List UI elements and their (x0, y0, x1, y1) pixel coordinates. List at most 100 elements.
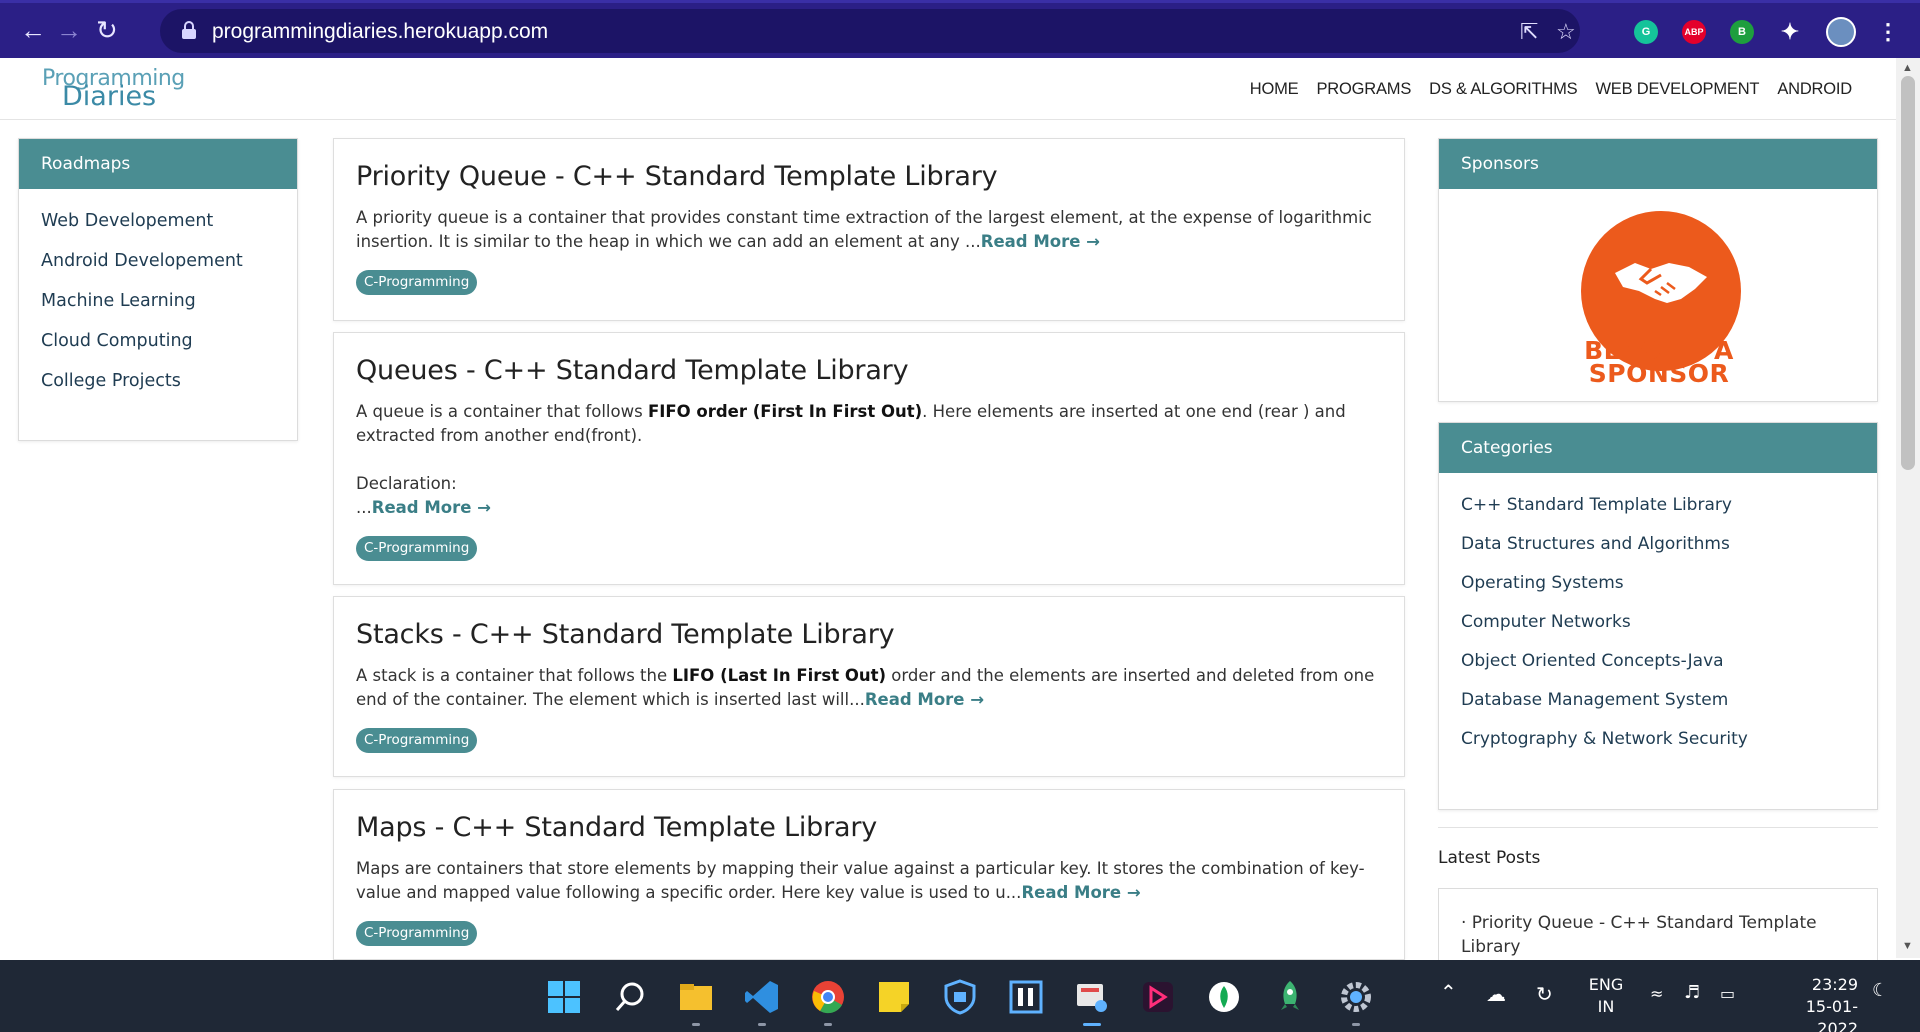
battery-icon[interactable]: ▭ (1720, 984, 1735, 1003)
post-card: Queues - C++ Standard Template Library A… (333, 332, 1405, 585)
onedrive-cloud-icon[interactable]: ☁ (1486, 982, 1506, 1006)
wifi-icon[interactable]: ≈ (1650, 984, 1663, 1003)
profile-avatar[interactable] (1826, 17, 1856, 47)
back-arrow-icon[interactable]: ← (20, 17, 46, 43)
latest-posts-list: · Priority Queue - C++ Standard Template… (1438, 888, 1878, 968)
url-text[interactable]: programmingdiaries.herokuapp.com (212, 20, 548, 44)
scroll-down-arrow-icon[interactable]: ▼ (1902, 940, 1913, 952)
post-card: Stacks - C++ Standard Template Library A… (333, 596, 1405, 777)
category-item[interactable]: Database Management System (1461, 690, 1855, 710)
adblock-extension-icon[interactable]: ABP (1682, 20, 1706, 44)
reload-icon[interactable]: ↻ (96, 17, 118, 43)
post-declaration: Declaration: (356, 474, 457, 493)
security-shield-icon[interactable] (941, 978, 979, 1016)
roadmap-item-web[interactable]: Web Developement (41, 211, 275, 231)
roadmaps-list: Web Developement Android Developement Ma… (19, 189, 297, 391)
post-title[interactable]: Queues - C++ Standard Template Library (356, 355, 1382, 386)
sticky-notes-icon[interactable] (875, 978, 913, 1016)
latest-posts-title: Latest Posts (1438, 848, 1541, 868)
media-app-icon[interactable] (1139, 978, 1177, 1016)
browser-menu-icon[interactable]: ⋮ (1876, 20, 1900, 44)
tag-badge[interactable]: C-Programming (356, 536, 478, 561)
sponsors-card: Sponsors BECOME A SPONSOR (1438, 138, 1878, 402)
categories-list: C++ Standard Template Library Data Struc… (1439, 473, 1877, 749)
share-icon[interactable]: ⇱ (1520, 19, 1538, 45)
scroll-up-arrow-icon[interactable]: ▲ (1902, 62, 1913, 74)
rocket-app-icon[interactable] (1271, 978, 1309, 1016)
hidden-icons-chevron-icon[interactable]: ⌃ (1440, 980, 1457, 1004)
running-indicator (692, 1023, 700, 1026)
taskbar (0, 960, 1920, 1032)
search-icon[interactable] (611, 978, 649, 1016)
roadmaps-card: Roadmaps Web Developement Android Develo… (18, 138, 298, 441)
grammarly-extension-icon[interactable]: G (1634, 20, 1658, 44)
category-item[interactable]: Cryptography & Network Security (1461, 729, 1855, 749)
page-scrollbar[interactable]: ▲ ▼ (1896, 58, 1920, 958)
roadmap-item-ml[interactable]: Machine Learning (41, 291, 275, 311)
nav-programs[interactable]: PROGRAMS (1316, 80, 1411, 99)
vscode-icon[interactable] (743, 978, 781, 1016)
site-logo[interactable]: Programming Diaries (42, 66, 202, 111)
category-item[interactable]: Object Oriented Concepts-Java (1461, 651, 1855, 671)
mongodb-compass-icon[interactable] (1205, 978, 1243, 1016)
nav-ds-algorithms[interactable]: DS & ALGORITHMS (1429, 80, 1577, 99)
tag-badge[interactable]: C-Programming (356, 270, 478, 295)
roadmap-item-android[interactable]: Android Developement (41, 251, 275, 271)
post-excerpt: Maps are containers that store elements … (356, 859, 1365, 902)
post-excerpt-more: ...Read More → (356, 498, 491, 517)
post-title[interactable]: Priority Queue - C++ Standard Template L… (356, 161, 1382, 192)
active-app-indicator (1083, 1023, 1101, 1026)
notification-moon-icon[interactable]: ☾ (1872, 980, 1888, 1001)
categories-title: Categories (1439, 423, 1877, 473)
settings-gear-icon[interactable] (1337, 978, 1375, 1016)
post-card: Priority Queue - C++ Standard Template L… (333, 138, 1405, 321)
running-indicator (758, 1023, 766, 1026)
site-header: Programming Diaries HOME PROGRAMS DS & A… (0, 58, 1896, 120)
sync-icon[interactable]: ↻ (1536, 982, 1553, 1006)
forward-arrow-icon[interactable]: → (56, 17, 82, 43)
language-indicator[interactable]: ENG IN (1586, 974, 1626, 1018)
nav-android[interactable]: ANDROID (1777, 80, 1852, 99)
main-nav: HOME PROGRAMS DS & ALGORITHMS WEB DEVELO… (1250, 80, 1852, 99)
handshake-icon (1615, 263, 1707, 303)
terminal-app-icon[interactable] (1007, 978, 1045, 1016)
scrollbar-thumb[interactable] (1901, 76, 1915, 470)
post-excerpt: A stack is a container that follows the … (356, 666, 1375, 709)
tag-badge[interactable]: C-Programming (356, 921, 478, 946)
snipping-tool-icon[interactable] (1073, 978, 1111, 1016)
lock-icon[interactable] (182, 21, 196, 39)
read-more-link[interactable]: Read More → (372, 498, 491, 517)
post-excerpt: A queue is a container that follows FIFO… (356, 402, 1346, 445)
post-excerpt: A priority queue is a container that pro… (356, 208, 1372, 251)
browser-toolbar: ← → ↻ programmingdiaries.herokuapp.com ⇱… (0, 0, 1920, 58)
read-more-link[interactable]: Read More → (865, 690, 984, 709)
read-more-link[interactable]: Read More → (1021, 883, 1140, 902)
extensions-puzzle-icon[interactable]: ✦ (1778, 20, 1802, 44)
running-indicator (1352, 1023, 1360, 1026)
volume-icon[interactable]: ♬ (1684, 982, 1700, 1003)
category-item[interactable]: Data Structures and Algorithms (1461, 534, 1855, 554)
b-extension-icon[interactable]: B (1730, 20, 1754, 44)
chrome-icon[interactable] (809, 978, 847, 1016)
latest-post-item[interactable]: · Priority Queue - C++ Standard Template… (1461, 913, 1817, 957)
category-item[interactable]: Computer Networks (1461, 612, 1855, 632)
roadmaps-title: Roadmaps (19, 139, 297, 189)
tag-badge[interactable]: C-Programming (356, 728, 478, 753)
nav-home[interactable]: HOME (1250, 80, 1299, 99)
clock[interactable]: 23:29 15-01-2022 (1766, 974, 1858, 1032)
read-more-link[interactable]: Read More → (981, 232, 1100, 251)
post-title[interactable]: Maps - C++ Standard Template Library (356, 812, 1382, 843)
bookmark-star-icon[interactable]: ☆ (1556, 19, 1576, 45)
category-item[interactable]: Operating Systems (1461, 573, 1855, 593)
post-title[interactable]: Stacks - C++ Standard Template Library (356, 619, 1382, 650)
divider (1438, 827, 1878, 828)
windows-start-icon[interactable] (545, 978, 583, 1016)
sponsors-title: Sponsors (1439, 139, 1877, 189)
address-bar[interactable]: programmingdiaries.herokuapp.com ⇱ ☆ (160, 9, 1580, 53)
sponsor-text[interactable]: BECOME A SPONSOR (1549, 338, 1769, 386)
category-item[interactable]: C++ Standard Template Library (1461, 495, 1855, 515)
nav-web-development[interactable]: WEB DEVELOPMENT (1595, 80, 1759, 99)
roadmap-item-cloud[interactable]: Cloud Computing (41, 331, 275, 351)
roadmap-item-college[interactable]: College Projects (41, 371, 275, 391)
file-explorer-icon[interactable] (677, 978, 715, 1016)
